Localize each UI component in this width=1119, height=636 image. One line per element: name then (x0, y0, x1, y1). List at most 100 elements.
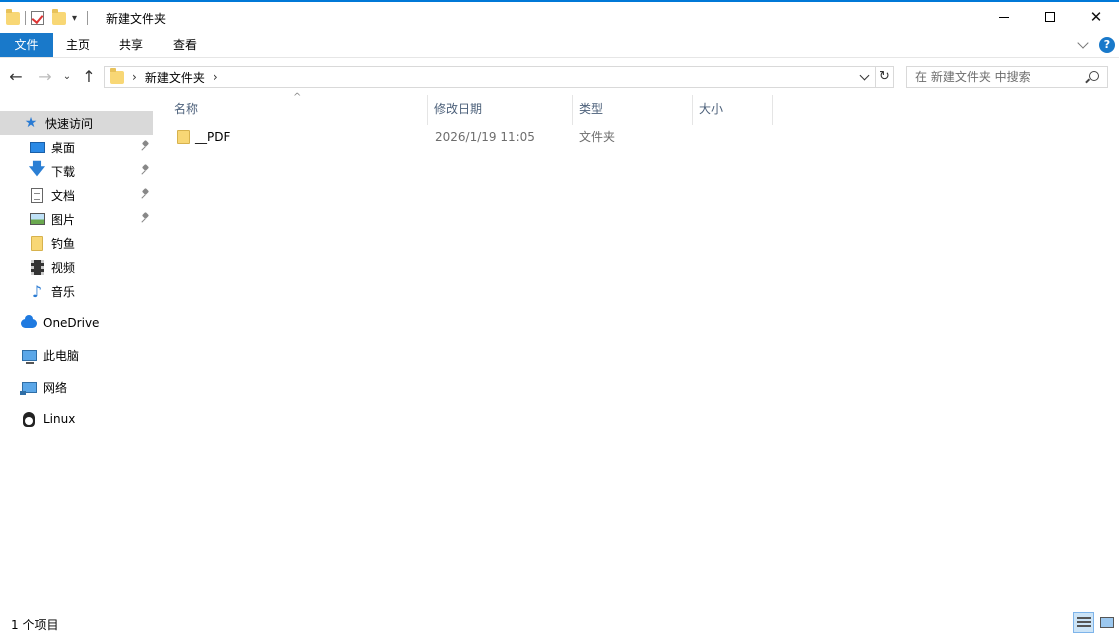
item-count: 1 个项目 (11, 618, 59, 632)
search-icon[interactable] (1089, 71, 1099, 81)
document-icon (31, 187, 43, 203)
music-icon: ♪ (31, 281, 43, 301)
minimize-icon (999, 16, 1009, 18)
navigation-bar: ← → ⌄ ↑ › 新建文件夹 › ↻ (0, 62, 1119, 92)
maximize-icon (1045, 12, 1055, 22)
nav-item-documents[interactable]: 文档 (0, 183, 153, 207)
nav-label: 网络 (43, 380, 68, 395)
nav-label: 文档 (51, 188, 76, 203)
document-icon-wrap (28, 186, 46, 204)
folder-icon (31, 235, 43, 251)
network-icon-wrap (19, 378, 38, 396)
up-button[interactable]: ↑ (80, 68, 98, 86)
pin-icon (141, 141, 149, 151)
address-dropdown-icon[interactable] (857, 69, 873, 85)
nav-label: 图片 (51, 212, 76, 227)
nav-label: OneDrive (43, 316, 100, 330)
ribbon-controls: ? (1077, 37, 1115, 53)
file-name: __PDF (195, 130, 231, 144)
search-input[interactable] (907, 67, 1077, 87)
desktop-icon-wrap (28, 138, 46, 156)
minimize-button[interactable] (981, 2, 1027, 32)
details-view-icon (1076, 616, 1091, 629)
onedrive-cloud-icon (21, 314, 37, 328)
nav-onedrive[interactable]: OneDrive (0, 311, 153, 335)
toolbar-separator (25, 11, 26, 25)
close-button[interactable]: ✕ (1073, 2, 1119, 32)
tab-view[interactable]: 查看 (161, 33, 209, 57)
nav-label: 视频 (51, 260, 76, 275)
help-icon[interactable]: ? (1099, 37, 1115, 53)
folder-icon (6, 8, 20, 25)
nav-this-pc[interactable]: 此电脑 (0, 343, 153, 367)
nav-label: Linux (43, 412, 76, 426)
pictures-icon-wrap (28, 210, 46, 228)
quick-access-toolbar: ▾ (6, 8, 93, 27)
tab-file[interactable]: 文件 (0, 33, 53, 57)
computer-icon (21, 349, 37, 364)
status-bar: 1 个项目 (0, 610, 1119, 636)
tab-share[interactable]: 共享 (107, 33, 155, 57)
breadcrumb-separator-icon[interactable]: › (132, 70, 137, 84)
nav-linux[interactable]: Linux (0, 407, 153, 431)
nav-network[interactable]: 网络 (0, 375, 153, 399)
column-header-size[interactable]: 大小 (693, 95, 773, 125)
nav-label: 音乐 (51, 284, 76, 299)
address-bar[interactable]: › 新建文件夹 › ↻ (104, 66, 894, 88)
forward-button[interactable]: → (36, 68, 54, 86)
breadcrumb-separator-icon[interactable]: › (213, 70, 218, 84)
properties-icon[interactable] (31, 11, 44, 25)
pin-icon (141, 213, 149, 223)
refresh-icon[interactable]: ↻ (875, 66, 893, 88)
onedrive-icon-wrap (20, 314, 38, 332)
nav-label: 桌面 (51, 140, 76, 155)
close-icon: ✕ (1089, 7, 1103, 26)
nav-item-pictures[interactable]: 图片 (0, 207, 153, 231)
nav-item-desktop[interactable]: 桌面 (0, 135, 153, 159)
breadcrumb-item[interactable]: 新建文件夹 (145, 69, 205, 86)
download-icon: 🡇 (28, 158, 46, 178)
nav-item-fishing[interactable]: 钓鱼 (0, 231, 153, 255)
file-row[interactable]: __PDF 2026/1/19 11:05 文件夹 (171, 125, 771, 149)
maximize-button[interactable] (1027, 2, 1073, 32)
file-type: 文件夹 (579, 130, 616, 144)
back-button[interactable]: ← (7, 68, 25, 86)
pin-icon (141, 165, 149, 175)
column-header-name[interactable]: 名称 (168, 95, 428, 125)
new-folder-icon[interactable] (52, 8, 66, 25)
linux-icon-wrap (20, 410, 38, 428)
nav-label: 此电脑 (43, 348, 80, 363)
network-icon (19, 381, 37, 395)
pin-icon (141, 189, 149, 199)
title-bar: ▾ 新建文件夹 ✕ (0, 2, 1119, 32)
search-box[interactable] (906, 66, 1108, 88)
window-title: 新建文件夹 (106, 12, 167, 26)
nav-quick-access[interactable]: ★ 快速访问 (0, 111, 153, 135)
large-icons-view-button[interactable] (1096, 612, 1117, 633)
nav-label: 下载 (51, 164, 76, 179)
ribbon-tabs: 文件 主页 共享 查看 ? (0, 33, 1119, 58)
customize-toolbar-dropdown-icon[interactable]: ▾ (72, 13, 82, 24)
back-arrow-icon: ← (9, 67, 23, 86)
file-date: 2026/1/19 11:05 (435, 130, 535, 144)
column-header-date[interactable]: 修改日期 (428, 95, 573, 125)
column-header-type[interactable]: 类型 (573, 95, 693, 125)
folder-icon (177, 130, 190, 144)
pictures-icon (29, 213, 45, 225)
forward-arrow-icon: → (38, 67, 52, 86)
nav-item-videos[interactable]: 视频 (0, 255, 153, 279)
toolbar-separator (87, 11, 88, 25)
recent-locations-button[interactable]: ⌄ (60, 68, 74, 86)
tab-home[interactable]: 主页 (54, 33, 102, 57)
chevron-down-icon: ⌄ (62, 71, 72, 82)
nav-item-music[interactable]: ♪ 音乐 (0, 279, 153, 303)
star-icon: ★ (24, 115, 38, 131)
nav-item-downloads[interactable]: 🡇 下载 (0, 159, 153, 183)
expand-ribbon-chevron-icon[interactable] (1077, 37, 1089, 49)
large-icons-view-icon (1099, 617, 1114, 628)
details-view-button[interactable] (1073, 612, 1094, 633)
folder-icon-wrap (28, 234, 46, 252)
nav-label: 快速访问 (45, 116, 94, 131)
navigation-pane: ★ 快速访问 桌面 🡇 下载 文档 图片 钓鱼 视频 ♪ 音乐 OneDrive (0, 96, 155, 606)
computer-icon-wrap (20, 346, 38, 364)
